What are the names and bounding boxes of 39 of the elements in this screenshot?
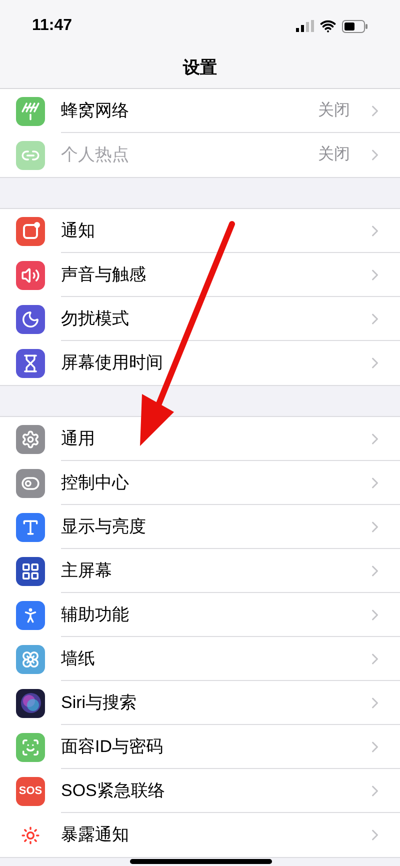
row-value: 关闭: [318, 144, 350, 165]
settings-row[interactable]: 暴露通知: [0, 813, 400, 857]
settings-row[interactable]: 蜂窝网络 关闭: [0, 89, 400, 133]
settings-row[interactable]: 勿扰模式: [0, 297, 400, 341]
row-label: 主屏幕: [61, 560, 112, 582]
row-label: 勿扰模式: [61, 308, 129, 330]
row-value: 关闭: [318, 100, 350, 120]
settings-row[interactable]: 面容ID与密码: [0, 725, 400, 769]
row-label: 面容ID与密码: [61, 736, 163, 758]
row-label: 显示与亮度: [61, 516, 146, 538]
settings-row[interactable]: 控制中心: [0, 461, 400, 505]
settings-row[interactable]: SOS SOS紧急联络: [0, 769, 400, 813]
page-title: 设置: [183, 57, 217, 80]
wifi-icon: [320, 18, 336, 34]
status-time: 11:47: [32, 16, 72, 36]
sos-icon: SOS: [16, 776, 45, 806]
row-label: 屏幕使用时间: [61, 352, 163, 374]
battery-icon: [342, 20, 368, 32]
row-label: 通用: [61, 428, 95, 450]
settings-row[interactable]: 声音与触感: [0, 253, 400, 297]
settings-row[interactable]: 辅助功能: [0, 593, 400, 637]
row-label: 墙纸: [61, 648, 95, 670]
settings-row[interactable]: 显示与亮度: [0, 505, 400, 549]
row-label: 控制中心: [61, 472, 129, 494]
row-label: 个人热点: [61, 144, 129, 166]
row-label: 辅助功能: [61, 604, 129, 626]
settings-row[interactable]: 通用: [0, 417, 400, 461]
signal-icon: [296, 20, 314, 32]
settings-row[interactable]: 墙纸: [0, 637, 400, 681]
settings-row[interactable]: 通知: [0, 209, 400, 253]
row-label: 蜂窝网络: [61, 100, 129, 122]
settings-row[interactable]: 主屏幕: [0, 549, 400, 593]
row-label: 暴露通知: [61, 824, 129, 846]
settings-row[interactable]: Siri与搜索: [0, 681, 400, 725]
row-label: 通知: [61, 220, 95, 242]
row-label: 声音与触感: [61, 264, 146, 286]
settings-row[interactable]: 屏幕使用时间: [0, 341, 400, 385]
row-label: SOS紧急联络: [61, 780, 165, 802]
row-label: Siri与搜索: [61, 692, 137, 714]
